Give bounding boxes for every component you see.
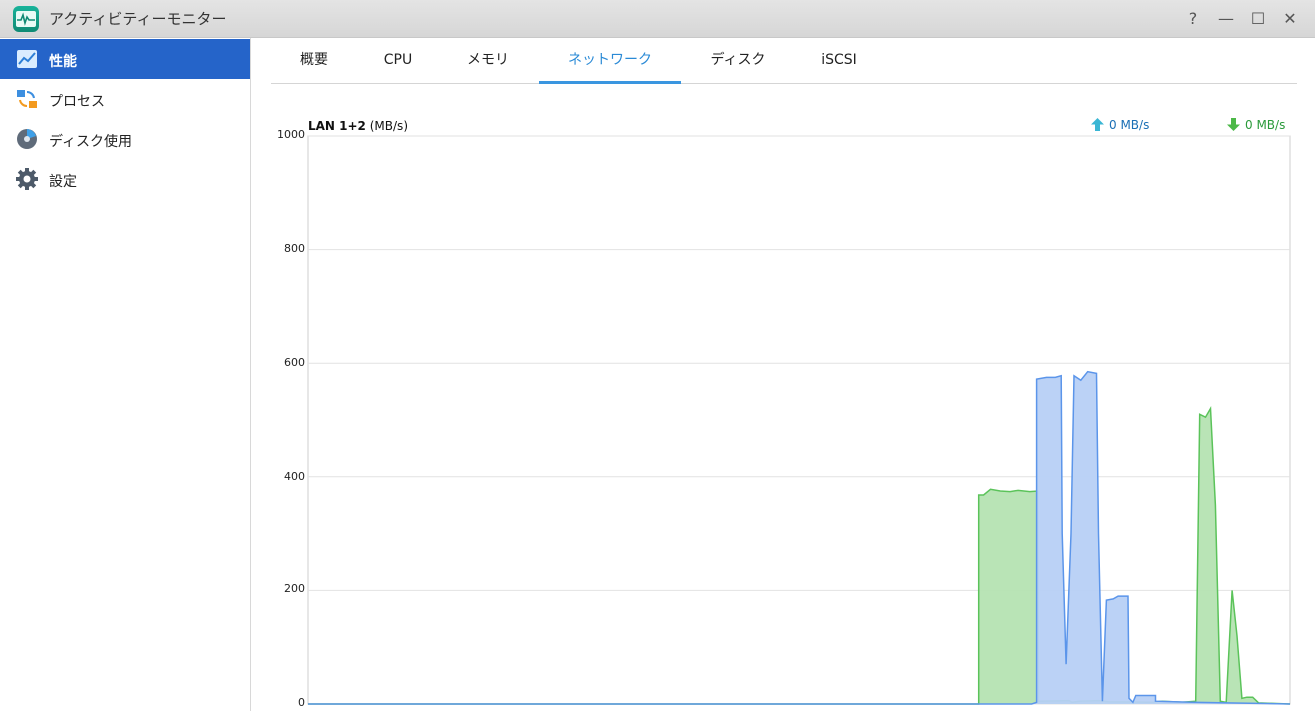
upload-rate: 0 MB/s xyxy=(1091,118,1149,132)
disk-usage-icon xyxy=(15,127,39,151)
sidebar-item-disk-usage[interactable]: ディスク使用 xyxy=(0,119,250,159)
chart-unit: (MB/s) xyxy=(369,119,408,133)
tab-memory[interactable]: メモリ xyxy=(451,40,525,84)
sidebar-item-performance[interactable]: 性能 xyxy=(0,39,250,79)
upload-rate-value: 0 MB/s xyxy=(1109,118,1150,132)
maximize-button[interactable]: ☐ xyxy=(1248,9,1268,29)
sidebar-item-label: ディスク使用 xyxy=(49,134,133,150)
minimize-button[interactable]: — xyxy=(1216,9,1236,29)
tab-cpu[interactable]: CPU xyxy=(370,40,426,84)
sidebar-item-label: 設定 xyxy=(49,174,77,190)
y-tick-label: 1000 xyxy=(277,128,305,141)
window-titlebar: アクティビティーモニター ? — ☐ ✕ xyxy=(0,0,1315,38)
sidebar: 性能 プロセス ディスク使用 設定 xyxy=(0,38,251,711)
upload-arrow-icon xyxy=(1091,118,1104,131)
y-tick-label: 800 xyxy=(284,242,305,255)
sidebar-item-process[interactable]: プロセス xyxy=(0,79,250,119)
download-rate: 0 MB/s xyxy=(1227,118,1285,132)
tab-bar: 概要 CPU メモリ ネットワーク ディスク iSCSI xyxy=(271,40,1297,84)
download-rate-value: 0 MB/s xyxy=(1245,118,1286,132)
sidebar-item-settings[interactable]: 設定 xyxy=(0,159,250,199)
y-tick-label: 200 xyxy=(284,582,305,595)
plot-frame xyxy=(307,135,1291,705)
tab-disk[interactable]: ディスク xyxy=(697,40,779,84)
tab-iscsi[interactable]: iSCSI xyxy=(805,40,873,84)
window-title: アクティビティーモニター xyxy=(49,10,227,28)
tab-network[interactable]: ネットワーク xyxy=(539,40,681,84)
tab-overview[interactable]: 概要 xyxy=(286,40,342,84)
sidebar-item-label: プロセス xyxy=(49,94,105,110)
sidebar-item-label: 性能 xyxy=(49,54,77,70)
activity-monitor-app-icon xyxy=(13,6,39,32)
y-tick-label: 400 xyxy=(284,470,305,483)
performance-chart-icon xyxy=(15,47,39,71)
download-arrow-icon xyxy=(1227,118,1240,131)
gear-icon xyxy=(15,167,39,191)
chart-title: LAN 1+2 (MB/s) xyxy=(308,119,408,133)
network-throughput-chart xyxy=(307,135,1291,705)
process-icon xyxy=(15,87,39,111)
y-tick-label: 0 xyxy=(298,696,305,709)
help-button[interactable]: ? xyxy=(1183,9,1203,29)
interface-name: LAN 1+2 xyxy=(308,119,366,133)
y-tick-label: 600 xyxy=(284,356,305,369)
close-button[interactable]: ✕ xyxy=(1280,9,1300,29)
